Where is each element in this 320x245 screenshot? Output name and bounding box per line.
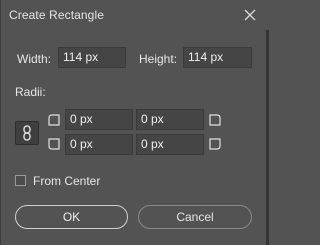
bottom-left-radius-input[interactable]: 0 px <box>65 134 133 155</box>
bottom-left-corner-icon <box>48 138 60 150</box>
window-edge <box>266 30 269 245</box>
link-radii-button[interactable] <box>15 121 39 145</box>
from-center-label[interactable]: From Center <box>33 174 100 188</box>
height-input[interactable]: 114 px <box>183 47 252 68</box>
chain-link-icon <box>23 125 31 141</box>
top-left-radius-input[interactable]: 0 px <box>65 109 133 130</box>
dialog-title: Create Rectangle <box>9 8 104 22</box>
close-icon[interactable] <box>241 6 259 24</box>
bottom-right-radius-input[interactable]: 0 px <box>136 134 204 155</box>
top-left-corner-icon <box>48 114 60 126</box>
top-right-radius-input[interactable]: 0 px <box>136 109 204 130</box>
create-rectangle-dialog: Create Rectangle Width: 114 px Height: 1… <box>0 0 269 245</box>
title-bar: Create Rectangle <box>1 0 266 30</box>
ok-button[interactable]: OK <box>15 205 128 229</box>
height-label: Height: <box>139 52 178 66</box>
top-right-corner-icon <box>209 114 221 126</box>
from-center-checkbox[interactable] <box>15 175 26 186</box>
width-input[interactable]: 114 px <box>58 47 126 68</box>
cancel-button[interactable]: Cancel <box>138 205 252 229</box>
bottom-right-corner-icon <box>209 138 221 150</box>
radii-label: Radii: <box>15 85 46 99</box>
width-label: Width: <box>17 52 52 66</box>
